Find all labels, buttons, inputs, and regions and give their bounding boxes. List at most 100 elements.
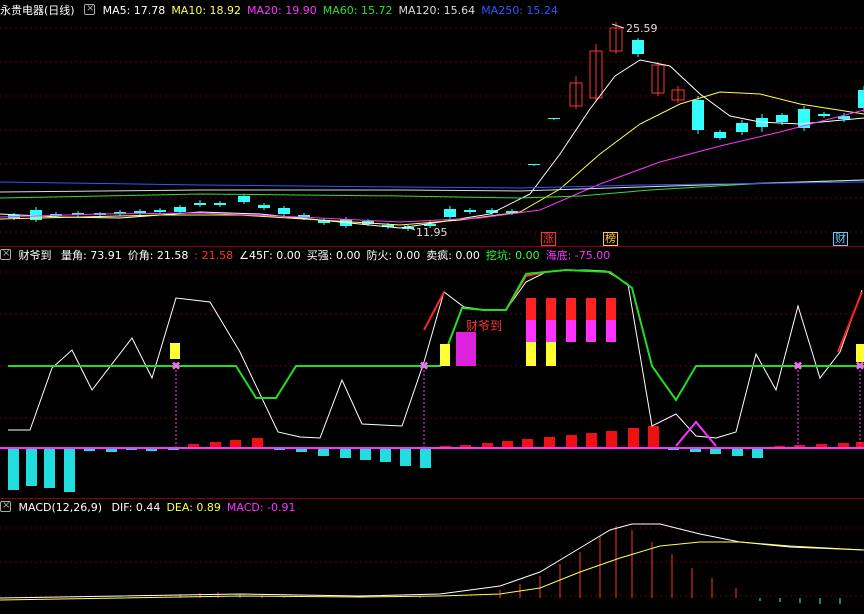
oscillator-line [8, 269, 863, 439]
candle-down [258, 205, 270, 208]
ma20-line [0, 109, 864, 223]
histogram-bar-down [44, 448, 55, 488]
oscillator-up-segment [837, 291, 863, 353]
histogram-bar-up [648, 426, 659, 448]
macd-legend: DIF: 0.44 DEA: 0.89 MACD: -0.91 [112, 501, 302, 514]
signal-block [456, 332, 476, 366]
panel3-header: MACD(12,26,9) DIF: 0.44 DEA: 0.89 MACD: -0… [0, 499, 308, 514]
macd-value-2: MACD: -0.91 [226, 501, 296, 514]
macd-chart[interactable] [0, 514, 864, 614]
candle-down [548, 118, 560, 119]
histogram-bar-up [252, 438, 263, 448]
indicator-title[interactable]: 财爷到 [19, 249, 52, 262]
signal-column [526, 342, 536, 366]
histogram-bar-down [400, 448, 411, 466]
macd-value-1: DEA: 0.89 [166, 501, 221, 514]
panel2-header: 财爷到 量角: 73.91 价角: 21.58: 21.58 ∠45Γ: 0.00 买… [0, 247, 622, 262]
event-badge-0[interactable]: 涨 [541, 232, 556, 246]
candle-down [528, 164, 540, 165]
indicator-chart[interactable]: ✖ ✖ ✖ ✖财爷到 [0, 262, 864, 498]
histogram-bar-down [64, 448, 75, 492]
macd-title[interactable]: MACD(12,26,9) [19, 501, 103, 514]
indicator-annotation: 财爷到 [466, 319, 502, 333]
macd-value-0: DIF: 0.44 [111, 501, 161, 514]
ma-value-5: MA250: 15.24 [481, 4, 558, 17]
signal-column [546, 320, 556, 342]
signal-column [170, 343, 180, 359]
candle-down [776, 115, 788, 122]
panel-divider [0, 246, 864, 247]
close-icon[interactable] [84, 2, 96, 16]
event-badge-1[interactable]: 榜 [603, 232, 618, 246]
signal-column [566, 298, 576, 320]
histogram-bar-down [318, 448, 329, 456]
histogram-bar-down [732, 448, 743, 456]
close-icon[interactable] [0, 499, 11, 513]
ma10-line [0, 91, 864, 226]
candle-down [714, 132, 726, 138]
indicator-legend: 量角: 73.91 价角: 21.58: 21.58 ∠45Γ: 0.00 买强: 0… [61, 249, 616, 262]
candle-down [444, 209, 456, 217]
indicator-value-1: 价角: 21.58 [127, 249, 189, 262]
indicator-value-6: 卖疯: 0.00 [426, 249, 480, 262]
ma-value-4: MA120: 15.64 [398, 4, 476, 17]
close-icon[interactable] [0, 247, 11, 261]
histogram-bar-down [380, 448, 391, 462]
ma-value-2: MA20: 19.90 [247, 4, 317, 17]
histogram-bar-down [420, 448, 431, 468]
histogram-bar-up [502, 441, 513, 448]
indicator-value-7: 挖坑: 0.00 [485, 249, 540, 262]
event-badge-2[interactable]: 财 [833, 232, 848, 246]
signal-column [526, 320, 536, 342]
signal-line [8, 268, 864, 402]
candle-down [154, 210, 166, 212]
histogram-bar-up [522, 439, 533, 448]
signal-marker-x: ✖ [419, 359, 429, 373]
histogram-bar-up [566, 435, 577, 448]
dif-line [0, 523, 864, 599]
candle-down [858, 90, 864, 108]
ma-value-0: MA5: 17.78 [102, 4, 166, 17]
candle-down [214, 203, 226, 205]
ma5-line [0, 59, 864, 229]
indicator-value-0: 量角: 73.91 [61, 249, 122, 262]
panel-divider [0, 498, 864, 499]
candle-down [174, 207, 186, 212]
low-price-label: 11.95 [416, 226, 448, 239]
histogram-bar-down [360, 448, 371, 460]
histogram-bar-down [340, 448, 351, 458]
signal-marker-x: ✖ [171, 359, 181, 373]
candle-down [194, 203, 206, 205]
signal-column [606, 320, 616, 342]
candle-down [692, 100, 704, 130]
ma-legend: MA5: 17.78 MA10: 18.92 MA20: 19.90 MA60: 15… [103, 4, 564, 17]
histogram-bar-up [628, 428, 639, 448]
histogram-bar-up [606, 431, 617, 448]
candle-down [736, 123, 748, 132]
ma-value-3: MA60: 15.72 [322, 4, 393, 17]
candle-down [798, 109, 810, 128]
indicator-value-2: : 21.58 [194, 249, 234, 262]
signal-column [440, 344, 450, 366]
bottom-marker [675, 420, 717, 447]
signal-column [586, 298, 596, 320]
signal-column [566, 320, 576, 342]
candle-down [278, 208, 290, 214]
signal-column [586, 320, 596, 342]
high-pointer [611, 23, 625, 29]
indicator-value-3: ∠45Γ: 0.00 [239, 249, 301, 262]
histogram-bar-up [230, 440, 241, 448]
signal-marker-x: ✖ [793, 359, 803, 373]
high-price-label: 25.59 [626, 22, 658, 35]
signal-column [526, 298, 536, 320]
stock-title[interactable]: 永贵电器(日线) [0, 4, 75, 17]
indicator-value-8: 海底: -75.00 [545, 249, 611, 262]
oscillator-up-segment [423, 291, 445, 331]
dea-line [0, 541, 864, 601]
candle-down [134, 211, 146, 213]
candlestick-chart[interactable]: 25.59 11.95 [0, 14, 864, 246]
signal-column [546, 342, 556, 366]
candle-down [464, 210, 476, 212]
candle-down [238, 196, 250, 202]
histogram-bar-up [586, 433, 597, 448]
